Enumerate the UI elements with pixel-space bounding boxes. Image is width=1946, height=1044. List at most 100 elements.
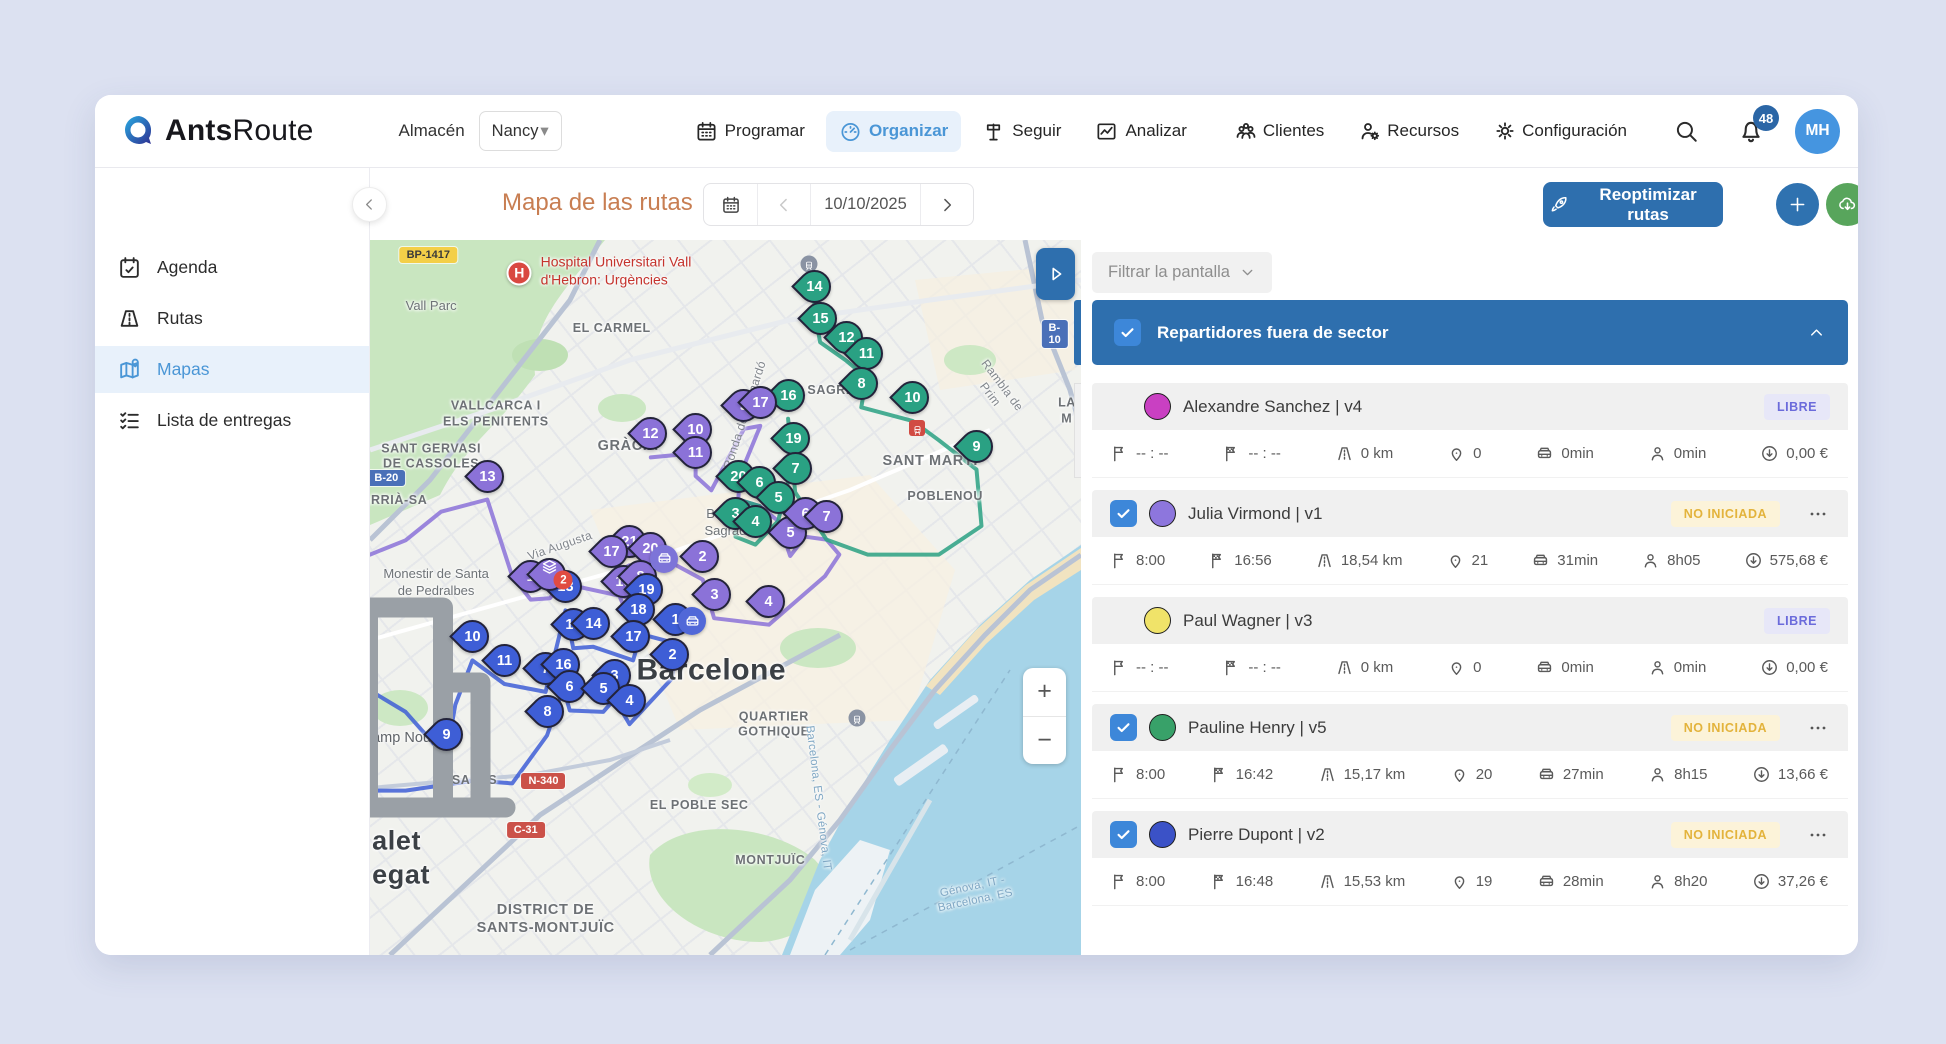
driver-menu-button[interactable] [1806, 502, 1830, 526]
driver-color-dot [1144, 607, 1171, 634]
flag-icon [1110, 658, 1129, 677]
cloud-download-button[interactable] [1826, 183, 1858, 226]
car-icon [1537, 872, 1556, 891]
driver-row[interactable]: Paul Wagner | v3LIBRE [1092, 597, 1848, 644]
stat-end: 16:42 [1210, 765, 1274, 784]
status-badge: LIBRE [1764, 608, 1830, 634]
logo-icon [121, 113, 157, 149]
tab-programar[interactable]: Programar [682, 111, 818, 152]
driver-checkbox[interactable] [1110, 714, 1137, 741]
driver-row[interactable]: Julia Virmond | v1NO INICIADA [1092, 490, 1848, 537]
stat-distance: 18,54 km [1315, 551, 1403, 570]
nav-link-recursos[interactable]: Recursos [1358, 119, 1459, 143]
chevron-up-icon[interactable] [1807, 323, 1826, 342]
hospital-marker[interactable]: H [507, 260, 532, 285]
map-label: MONTJUÏC [735, 854, 805, 870]
search-icon[interactable] [1673, 118, 1699, 144]
tab-organizar[interactable]: Organizar [826, 111, 961, 152]
pin-icon [1447, 444, 1466, 463]
stat-end-value: -- : -- [1248, 659, 1280, 676]
routes-map[interactable]: EL CARMELLA SAGRERAVALLCARCA I ELS PENIT… [370, 240, 1081, 955]
prev-day-button[interactable] [757, 184, 810, 225]
sidebar-item-agenda[interactable]: Agenda [95, 244, 369, 291]
reoptimize-routes-button[interactable]: Reoptimizar rutas [1543, 182, 1723, 227]
nav-link-clientes[interactable]: Clientes [1234, 119, 1324, 143]
vehicle-marker[interactable] [678, 607, 706, 635]
nav-link-label: Clientes [1263, 121, 1324, 141]
current-date: 10/10/2025 [810, 184, 920, 225]
cost-icon [1752, 872, 1771, 891]
stat-drive-value: 0min [1561, 659, 1594, 676]
stat-drive-value: 28min [1563, 873, 1604, 890]
warehouse-select[interactable]: Nancy ▾ [479, 111, 562, 151]
collapse-sidebar-button[interactable] [352, 187, 387, 222]
expand-panel-button[interactable] [1036, 248, 1075, 300]
driver-menu-button[interactable] [1806, 716, 1830, 740]
stat-end-value: -- : -- [1248, 445, 1280, 462]
filter-screen-button[interactable]: Filtrar la pantalla [1092, 252, 1272, 293]
status-badge: NO INICIADA [1671, 822, 1780, 848]
sidebar-item-label: Lista de entregas [157, 410, 291, 431]
section-checkbox[interactable] [1114, 319, 1141, 346]
notifications-bell[interactable]: 48 [1737, 117, 1765, 145]
map-label: EL POBLE SEC [650, 798, 749, 814]
stat-duration: 8h15 [1648, 765, 1707, 784]
stat-duration-value: 8h05 [1667, 552, 1700, 569]
stat-drive-value: 31min [1557, 552, 1598, 569]
tab-label: Analizar [1125, 121, 1186, 141]
tab-seguir[interactable]: Seguir [969, 111, 1074, 152]
stat-cost: 0,00 € [1760, 658, 1828, 677]
collapsed-panel-sliver [1074, 300, 1081, 365]
person-icon [1648, 765, 1667, 784]
nav-link-configuracin[interactable]: Configuración [1493, 119, 1627, 143]
next-day-button[interactable] [920, 184, 973, 225]
sidebar-item-lista-de-entregas[interactable]: Lista de entregas [95, 397, 369, 444]
driver-card: Pierre Dupont | v2NO INICIADA8:0016:4815… [1092, 811, 1848, 906]
driver-menu-button[interactable] [1806, 823, 1830, 847]
driver-color-dot [1144, 393, 1171, 420]
antsroute-logo[interactable]: AntsRoute [121, 113, 314, 149]
driver-card: Julia Virmond | v1NO INICIADA8:0016:5618… [1092, 490, 1848, 585]
sidebar-item-label: Rutas [157, 308, 203, 329]
stat-start: -- : -- [1110, 658, 1168, 677]
driver-stats-row: 8:0016:5618,54 km2131min8h05575,68 € [1092, 537, 1848, 585]
sidebar-item-rutas[interactable]: Rutas [95, 295, 369, 342]
stat-drive: 28min [1537, 872, 1604, 891]
sidebar-item-mapas[interactable]: Mapas [95, 346, 369, 393]
zoom-in-button[interactable]: + [1023, 668, 1066, 717]
stat-end-value: 16:42 [1236, 766, 1274, 783]
plus-button[interactable] [1776, 183, 1819, 226]
road-shield: B-20 [370, 470, 405, 486]
avatar[interactable]: MH [1795, 109, 1840, 154]
plus-icon [1787, 194, 1808, 215]
driver-checkbox[interactable] [1110, 821, 1137, 848]
section-header-out-of-sector[interactable]: Repartidores fuera de sector [1092, 300, 1848, 365]
cluster-count-badge: 2 [554, 571, 573, 590]
person-icon [1648, 658, 1667, 677]
calendar-button[interactable] [704, 184, 757, 225]
stat-drive: 0min [1535, 658, 1594, 677]
driver-checkbox[interactable] [1110, 500, 1137, 527]
driver-row[interactable]: Pauline Henry | v5NO INICIADA [1092, 704, 1848, 751]
driver-row[interactable]: Alexandre Sanchez | v4LIBRE [1092, 383, 1848, 430]
signpost-icon [982, 120, 1005, 143]
driver-card: Paul Wagner | v3LIBRE-- : ---- : --0 km0… [1092, 597, 1848, 692]
stat-start-value: 8:00 [1136, 873, 1165, 890]
driver-color-dot [1149, 500, 1176, 527]
driver-row[interactable]: Pierre Dupont | v2NO INICIADA [1092, 811, 1848, 858]
notifications-badge: 48 [1753, 105, 1779, 131]
chevron-down-icon: ▾ [540, 121, 548, 141]
vehicle-marker[interactable] [650, 545, 678, 573]
stat-stops: 19 [1450, 872, 1493, 891]
zoom-out-button[interactable]: − [1023, 717, 1066, 765]
flag-icon [1110, 872, 1129, 891]
stat-start-value: 8:00 [1136, 766, 1165, 783]
stat-start: 8:00 [1110, 551, 1165, 570]
tab-analizar[interactable]: Analizar [1082, 111, 1199, 152]
sidebar-item-label: Mapas [157, 359, 210, 380]
stat-drive-value: 0min [1561, 445, 1594, 462]
map-label: QUARTIER GOTHIQUE [738, 709, 809, 740]
clients-icon [1234, 119, 1258, 143]
road-shield: B-10 [1042, 320, 1068, 348]
driver-color-dot [1149, 714, 1176, 741]
